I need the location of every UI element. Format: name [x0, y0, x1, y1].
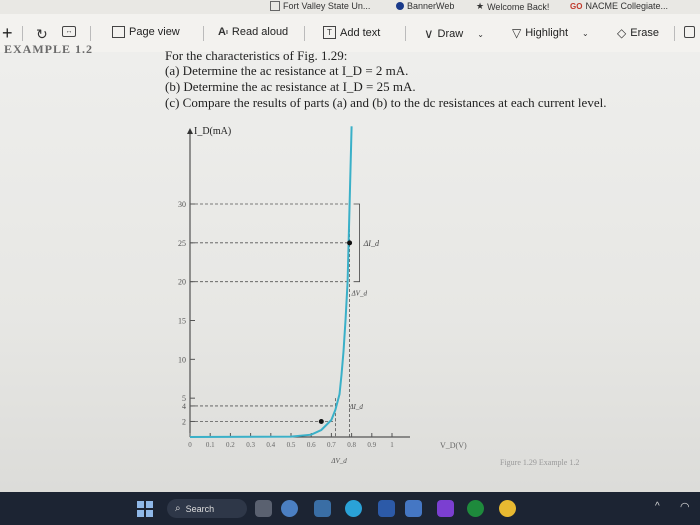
x-tick-label: 0.3 [246, 441, 255, 449]
add-text-button[interactable]: T Add text [323, 26, 380, 39]
windows-taskbar: ⌕ Search ^ ◠ [0, 492, 700, 525]
task-view-icon[interactable] [255, 500, 272, 517]
read-aloud-icon: Aı [218, 26, 228, 38]
diode-characteristic-chart: 0 0.1 0.2 0.3 0.4 0.5 0.6 0.7 0.8 0.9 1 2 45 10 15 20 25… [178, 126, 579, 467]
x-tick-label: 0.9 [367, 441, 376, 449]
windows-logo [137, 501, 144, 508]
y-tick-label: 4 [182, 402, 186, 411]
figure-caption: Figure 1.29 Example 1.2 [500, 458, 579, 467]
x-tick-label: 0.6 [307, 441, 316, 449]
search-icon: ⌕ [175, 503, 181, 514]
y-tick-label: 2 [182, 417, 186, 426]
chevron-down-icon: ⌄ [582, 28, 589, 38]
x-tick-label: 1 [390, 441, 394, 449]
network-icon[interactable]: ◠ [680, 500, 690, 513]
delta-id-label: ΔI_d [348, 403, 363, 411]
chevron-down-icon: ⌄ [477, 29, 484, 39]
search-label: Search [185, 503, 215, 514]
x-tick-label: 0.7 [327, 441, 336, 449]
read-aloud-button[interactable]: Aı Read aloud [218, 26, 288, 38]
erase-label: Erase [630, 27, 659, 39]
plus-icon: + [2, 23, 13, 43]
draw-icon: ∨ [424, 26, 434, 41]
draw-button[interactable]: ∨ Draw ⌄ [424, 26, 484, 42]
operating-point [347, 240, 353, 246]
x-tick-label: 0.1 [206, 441, 215, 449]
x-tick-label: 0.4 [266, 441, 275, 449]
chrome-icon[interactable] [499, 500, 516, 517]
eraser-icon: ◇ [617, 26, 627, 40]
y-tick-label: 25 [178, 239, 186, 248]
highlight-label: Highlight [525, 27, 569, 39]
page-view-button[interactable]: Page view [112, 26, 180, 38]
bookmark-label: BannerWeb [407, 1, 455, 11]
lock-icon [684, 26, 695, 38]
y-tick-label: 30 [178, 200, 186, 209]
x-tick-label: 0 [188, 441, 192, 449]
delta-vd-label: ΔV_d [330, 457, 347, 465]
x-tick-label: 0.5 [287, 441, 296, 449]
y-tick-label: 5 [182, 394, 186, 403]
draw-label: Draw [437, 28, 464, 40]
go-logo: GO [570, 1, 583, 11]
bookmark-label: Fort Valley State Un... [283, 1, 371, 11]
bookmark-fort-valley[interactable]: Fort Valley State Un... [270, 1, 370, 11]
page-icon [270, 1, 280, 11]
add-text-label: Add text [340, 26, 381, 39]
bannerweb-icon [396, 2, 404, 10]
read-aloud-label: Read aloud [231, 26, 289, 38]
x-axis-label: V_D(V) [440, 441, 467, 450]
text-box-icon: T [323, 26, 336, 39]
fit-page-button[interactable]: ↔ [62, 26, 76, 37]
bookmarks-bar: Fort Valley State Un... BannerWeb ★ Welc… [0, 0, 700, 14]
fit-page-icon: ↔ [62, 26, 76, 37]
rotate-icon: ↻ [36, 26, 48, 42]
document-page: EXAMPLE 1.2 For the characteristics of F… [0, 42, 700, 492]
page-view-label: Page view [129, 26, 180, 38]
pdf-toolbar: + ↻ ↔ Page view Aı Read aloud T Add text… [0, 14, 700, 53]
more-tools-button[interactable] [684, 26, 695, 38]
y-axis-label: I_D(mA) [194, 126, 231, 137]
taskbar-search[interactable]: ⌕ Search [167, 499, 247, 518]
y-tick-label: 10 [178, 355, 186, 364]
xbox-icon[interactable] [467, 500, 484, 517]
rotate-button[interactable]: ↻ [36, 26, 48, 43]
x-tick-label: 0.8 [347, 441, 356, 449]
bookmark-welcome-back[interactable]: ★ Welcome Back! [476, 1, 549, 12]
chevron-up-icon[interactable]: ^ [655, 501, 660, 512]
store-icon[interactable] [378, 500, 395, 517]
book-icon [112, 26, 125, 38]
zoom-in-button[interactable]: + [2, 23, 13, 44]
edge-icon[interactable] [345, 500, 362, 517]
start-button[interactable] [137, 501, 153, 517]
chat-icon[interactable] [281, 500, 298, 517]
highlighter-icon: ▽ [512, 26, 522, 40]
bookmark-label: NACME Collegiate... [585, 1, 668, 11]
file-explorer-icon[interactable] [314, 500, 331, 517]
y-tick-label: 20 [178, 278, 186, 287]
delta-bracket [353, 203, 360, 283]
highlight-button[interactable]: ▽ Highlight ⌄ [512, 26, 589, 40]
operating-point [318, 418, 324, 424]
star-icon: ★ [476, 1, 485, 11]
mail-icon[interactable] [405, 500, 422, 517]
delta-vd-label: ΔV_d [351, 290, 368, 298]
app-icon[interactable] [437, 500, 454, 517]
y-tick-label: 15 [178, 317, 186, 326]
erase-button[interactable]: ◇ Erase [617, 26, 659, 40]
bookmark-label: Welcome Back! [487, 1, 550, 12]
bookmark-nacme[interactable]: GO NACME Collegiate... [570, 1, 668, 11]
y-axis-arrow [187, 128, 193, 134]
bookmark-bannerweb[interactable]: BannerWeb [396, 1, 454, 11]
delta-id-label: ΔI_d [363, 239, 380, 248]
x-tick-label: 0.2 [226, 441, 235, 449]
